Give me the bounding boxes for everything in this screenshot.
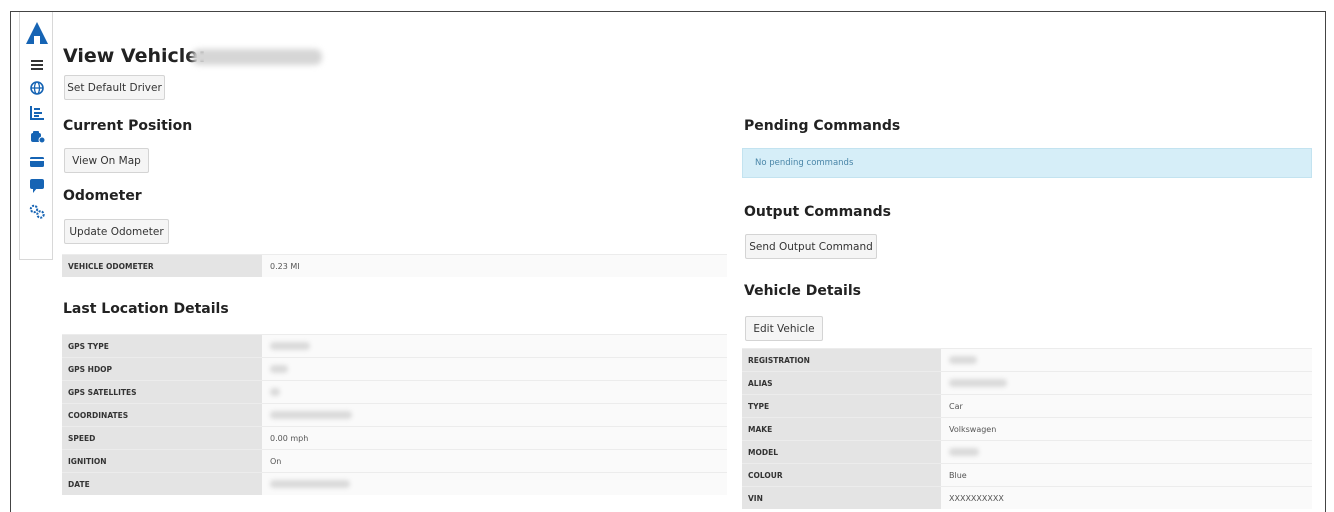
table-row: ALIAS (742, 371, 1312, 394)
output-commands-heading: Output Commands (744, 204, 891, 220)
gears-icon[interactable] (29, 203, 45, 219)
table-row: REGISTRATION (742, 348, 1312, 371)
row-label: MODEL (742, 441, 941, 463)
view-on-map-button[interactable]: View On Map (64, 148, 149, 173)
row-label: COLOUR (742, 464, 941, 486)
menu-icon[interactable] (29, 57, 45, 73)
table-row: COLOUR Blue (742, 463, 1312, 486)
edit-vehicle-button[interactable]: Edit Vehicle (745, 316, 823, 341)
table-row: TYPE Car (742, 394, 1312, 417)
row-label: GPS TYPE (62, 335, 262, 357)
redacted-value (949, 356, 977, 364)
row-value: 0.23 MI (262, 255, 727, 277)
table-row: COORDINATES (62, 403, 727, 426)
row-value: Car (941, 395, 1312, 417)
row-label: GPS HDOP (62, 358, 262, 380)
row-label: COORDINATES (62, 404, 262, 426)
table-row: GPS SATELLITES (62, 380, 727, 403)
row-value (262, 335, 727, 357)
sidebar (19, 12, 53, 260)
row-value: Blue (941, 464, 1312, 486)
row-label: IGNITION (62, 450, 262, 472)
row-label: SPEED (62, 427, 262, 449)
row-value (941, 349, 1312, 371)
row-value (262, 473, 727, 495)
row-value: Volkswagen (941, 418, 1312, 440)
current-position-heading: Current Position (63, 118, 193, 134)
redacted-value (949, 448, 979, 456)
redacted-value (270, 388, 280, 396)
row-label: VIN (742, 487, 941, 509)
page-title: View Vehicle: (63, 45, 206, 67)
row-value (941, 372, 1312, 394)
globe-icon[interactable] (29, 80, 45, 96)
list-chart-icon[interactable] (29, 105, 45, 121)
table-row: SPEED 0.00 mph (62, 426, 727, 449)
row-label: VEHICLE ODOMETER (62, 255, 262, 277)
table-row: DATE (62, 472, 727, 495)
redacted-value (270, 365, 288, 373)
app-frame: View Vehicle: Set Default Driver Current… (10, 11, 1326, 512)
send-output-command-button[interactable]: Send Output Command (745, 234, 877, 259)
table-row: MODEL (742, 440, 1312, 463)
redacted-value (949, 379, 1007, 387)
table-row: MAKE Volkswagen (742, 417, 1312, 440)
row-label: TYPE (742, 395, 941, 417)
table-row: GPS HDOP (62, 357, 727, 380)
row-label: REGISTRATION (742, 349, 941, 371)
table-row: VEHICLE ODOMETER 0.23 MI (62, 254, 727, 277)
pending-commands-heading: Pending Commands (744, 118, 901, 134)
set-default-driver-button[interactable]: Set Default Driver (64, 75, 165, 100)
row-value (941, 441, 1312, 463)
pending-commands-alert: No pending commands (742, 148, 1312, 178)
vehicle-details-heading: Vehicle Details (744, 283, 861, 299)
card-icon[interactable] (29, 154, 45, 170)
vehicle-settings-icon[interactable] (29, 129, 45, 145)
row-label: GPS SATELLITES (62, 381, 262, 403)
table-row: VIN XXXXXXXXXX (742, 486, 1312, 509)
row-value: On (262, 450, 727, 472)
chat-icon[interactable] (29, 178, 45, 194)
row-label: ALIAS (742, 372, 941, 394)
table-row: GPS TYPE (62, 334, 727, 357)
row-label: MAKE (742, 418, 941, 440)
row-value: 0.00 mph (262, 427, 727, 449)
last-location-heading: Last Location Details (63, 301, 229, 317)
redacted-value (270, 480, 350, 488)
update-odometer-button[interactable]: Update Odometer (64, 219, 169, 244)
redacted-value (270, 342, 310, 350)
row-value (262, 358, 727, 380)
row-value (262, 381, 727, 403)
vehicle-name-redacted (192, 49, 322, 65)
redacted-value (270, 411, 352, 419)
odometer-heading: Odometer (63, 188, 142, 204)
row-value: XXXXXXXXXX (941, 487, 1312, 509)
row-value (262, 404, 727, 426)
table-row: IGNITION On (62, 449, 727, 472)
row-label: DATE (62, 473, 262, 495)
